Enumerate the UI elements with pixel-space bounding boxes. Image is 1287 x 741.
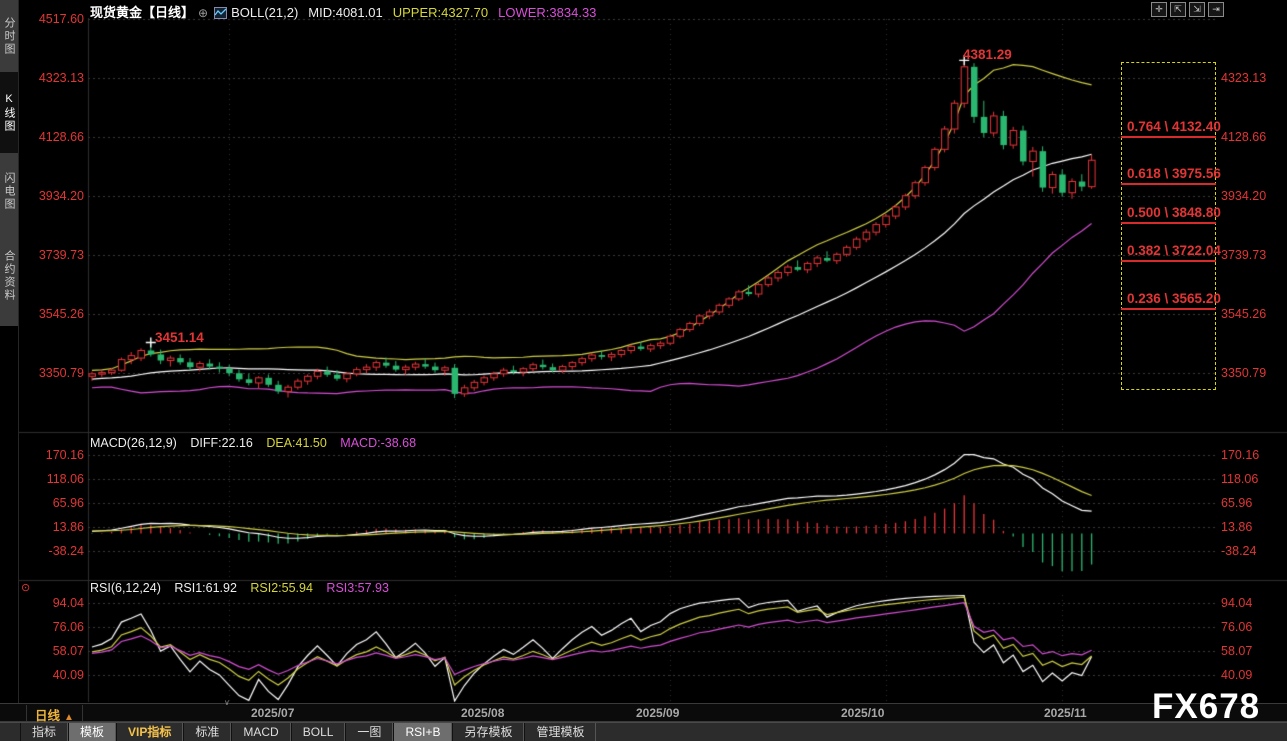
fib-line-0382 xyxy=(1121,260,1216,262)
tab-save-template[interactable]: 另存模板 xyxy=(452,723,524,741)
axis-tick: 118.06 xyxy=(20,472,84,486)
collapse-icon[interactable]: ⊕ xyxy=(198,6,208,20)
axis-tick: 3350.79 xyxy=(1221,366,1285,380)
fib-line-0500 xyxy=(1121,222,1216,224)
axis-tick: 65.96 xyxy=(1221,496,1285,510)
tab-macd[interactable]: MACD xyxy=(231,723,290,741)
chart-type-sidebar: 分时图 K线图 闪电图 合约资料 xyxy=(0,0,19,741)
axis-tick: 94.04 xyxy=(1221,596,1285,610)
watermark: FX678 xyxy=(1152,687,1260,727)
trading-app: 分时图 K线图 闪电图 合约资料 现货黄金【日线】 ⊕ BOLL(21,2) MID:… xyxy=(0,0,1287,741)
axis-tick: 3739.73 xyxy=(20,248,84,262)
axis-tick: 170.16 xyxy=(1221,448,1285,462)
tab-boll[interactable]: BOLL xyxy=(291,723,346,741)
axis-tick: 118.06 xyxy=(1221,472,1285,486)
axis-tool-icons: ✛ ⇱ ⇲ ⇥ xyxy=(1151,2,1224,17)
axis-tick: 3934.20 xyxy=(20,189,84,203)
month-label: 2025/11 xyxy=(1044,706,1087,720)
fib-label-0500: 0.500 \ 3848.80 xyxy=(1127,205,1221,220)
rsi-params-label: RSI(6,12,24) xyxy=(90,581,161,595)
macd-panel-header: MACD(26,12,9) DIFF:22.16 DEA:41.50 MACD:… xyxy=(90,436,426,450)
indicator-toolbar: 指标 模板 VIP指标 标准 MACD BOLL 一图 RSI+B 另存模板 管… xyxy=(0,722,1287,741)
axis-tick: 65.96 xyxy=(20,496,84,510)
fib-line-0236 xyxy=(1121,308,1216,310)
axis-tick: -38.24 xyxy=(20,544,84,558)
month-label: 2025/09 xyxy=(636,706,679,720)
sidebar-item-time-chart[interactable]: 分时图 xyxy=(0,3,18,69)
scale-left-icon[interactable]: ⇱ xyxy=(1170,2,1186,17)
tab-standard[interactable]: 标准 xyxy=(183,723,231,741)
axis-tick: 40.09 xyxy=(20,668,84,682)
time-axis: ∨ 日线▲ 2025/07 2025/08 2025/09 2025/10 20… xyxy=(0,703,1287,722)
month-label: 2025/07 xyxy=(251,706,294,720)
axis-tick: 170.16 xyxy=(20,448,84,462)
fib-retracement-box xyxy=(1121,62,1216,390)
rsi2-value: RSI2:55.94 xyxy=(250,581,313,595)
tab-vip-indicators[interactable]: VIP指标 xyxy=(116,723,183,741)
crosshair-icon[interactable]: ✛ xyxy=(1151,2,1167,17)
period-label: 日线 xyxy=(35,709,60,723)
axis-tick: 58.07 xyxy=(20,644,84,658)
rsi-drag-handle-icon[interactable]: ⊙ xyxy=(21,581,30,594)
axis-tick: 3739.73 xyxy=(1221,248,1285,262)
chart-header: 现货黄金【日线】 ⊕ BOLL(21,2) MID:4081.01 UPPER:4327… xyxy=(90,2,606,17)
axis-tick: 3545.26 xyxy=(20,307,84,321)
boll-lower-value: LOWER:3834.33 xyxy=(498,5,596,20)
instrument-title: 现货黄金【日线】 xyxy=(90,5,194,20)
axis-tick: 4517.60 xyxy=(20,12,84,26)
rsi1-value: RSI1:61.92 xyxy=(174,581,237,595)
axis-tick: 94.04 xyxy=(20,596,84,610)
axis-tick: 4128.66 xyxy=(20,130,84,144)
rsi3-value: RSI3:57.93 xyxy=(326,581,389,595)
boll-mid-value: MID:4081.01 xyxy=(308,5,382,20)
boll-upper-value: UPPER:4327.70 xyxy=(393,5,488,20)
axis-tick: 58.07 xyxy=(1221,644,1285,658)
macd-value: MACD:-38.68 xyxy=(340,436,416,450)
indicator-chart-icon xyxy=(214,7,227,19)
axis-tick: 76.06 xyxy=(20,620,84,634)
june-high-annotation: 3451.14 xyxy=(155,330,204,345)
tab-one-chart[interactable]: 一图 xyxy=(345,723,393,741)
axis-tick: 3350.79 xyxy=(20,366,84,380)
month-label: 2025/10 xyxy=(841,706,884,720)
axis-tick: 4323.13 xyxy=(1221,71,1285,85)
fib-label-0764: 0.764 \ 4132.40 xyxy=(1127,119,1221,134)
sidebar-item-contract-info[interactable]: 合约资料 xyxy=(0,229,18,323)
fib-line-0618 xyxy=(1121,183,1216,185)
axis-tick: 4128.66 xyxy=(1221,130,1285,144)
axis-tick: 3934.20 xyxy=(1221,189,1285,203)
axis-tick: 13.86 xyxy=(1221,520,1285,534)
macd-dea-value: DEA:41.50 xyxy=(266,436,326,450)
fib-label-0618: 0.618 \ 3975.56 xyxy=(1127,166,1221,181)
month-label: 2025/08 xyxy=(461,706,504,720)
scale-right-icon[interactable]: ⇲ xyxy=(1189,2,1205,17)
tab-manage-template[interactable]: 管理模板 xyxy=(524,723,596,741)
axis-tick: 4323.13 xyxy=(20,71,84,85)
tab-templates[interactable]: 模板 xyxy=(68,723,116,741)
macd-diff-value: DIFF:22.16 xyxy=(190,436,253,450)
chart-canvas[interactable] xyxy=(0,0,1287,741)
sidebar-item-kline-chart[interactable]: K线图 xyxy=(0,72,18,153)
tab-rsi-b[interactable]: RSI+B xyxy=(393,723,452,741)
fib-label-0236: 0.236 \ 3565.20 xyxy=(1127,291,1221,306)
axis-tick: 76.06 xyxy=(1221,620,1285,634)
pan-right-icon[interactable]: ⇥ xyxy=(1208,2,1224,17)
peak-price-annotation: 4381.29 xyxy=(963,47,1012,62)
fib-label-0382: 0.382 \ 3722.04 xyxy=(1127,243,1221,258)
axis-tick: 3545.26 xyxy=(1221,307,1285,321)
fib-line-0764 xyxy=(1121,136,1216,138)
axis-tick: -38.24 xyxy=(1221,544,1285,558)
sidebar-item-lightning-chart[interactable]: 闪电图 xyxy=(0,155,18,227)
macd-params-label: MACD(26,12,9) xyxy=(90,436,177,450)
axis-tick: 40.09 xyxy=(1221,668,1285,682)
boll-params-label: BOLL(21,2) xyxy=(231,5,298,20)
timeline-marker: ∨ xyxy=(224,698,230,707)
rsi-panel-header: RSI(6,12,24) RSI1:61.92 RSI2:55.94 RSI3:… xyxy=(90,581,399,595)
period-selector[interactable]: 日线▲ xyxy=(26,705,83,721)
axis-tick: 13.86 xyxy=(20,520,84,534)
tab-indicators[interactable]: 指标 xyxy=(20,723,68,741)
